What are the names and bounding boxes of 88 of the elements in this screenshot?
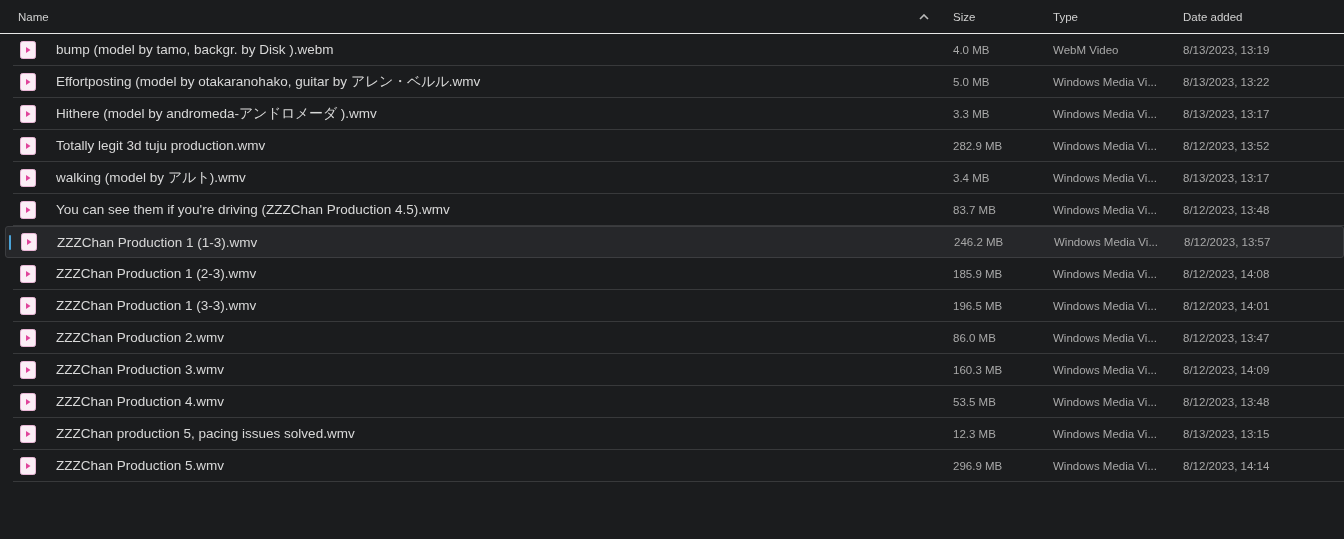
file-row[interactable]: Effortposting (model by otakaranohako, guitar by アレン・ベルル.wmv 5.0 MB Windows Media Vi... 8/13/2023, 13:22 <box>13 66 1344 98</box>
file-row[interactable]: ZZZChan Production 1 (2-3).wmv 185.9 MB Windows Media Vi... 8/12/2023, 14:08 <box>13 258 1344 290</box>
file-name: You can see them if you're driving (ZZZChan Production 4.5).wmv <box>56 202 451 217</box>
date-added: 8/12/2023, 13:47 <box>1182 331 1271 344</box>
file-name: Totally legit 3d tuju production.wmv <box>56 138 267 153</box>
video-file-icon <box>20 72 36 91</box>
date-added: 8/13/2023, 13:19 <box>1182 43 1271 56</box>
file-type: Windows Media Vi... <box>1052 299 1158 312</box>
file-name: ZZZChan Production 2.wmv <box>56 330 226 345</box>
video-file-icon <box>20 168 36 187</box>
date-added: 8/12/2023, 14:01 <box>1182 299 1271 312</box>
file-name: ZZZChan Production 3.wmv <box>56 362 226 377</box>
column-header[interactable]: Type <box>1053 10 1078 23</box>
file-name: ZZZChan Production 1 (3-3).wmv <box>56 298 258 313</box>
column-header[interactable]: Name <box>18 10 49 23</box>
file-size: 83.7 MB <box>952 203 997 216</box>
file-type: Windows Media Vi... <box>1052 107 1158 120</box>
file-name: bump (model by tamo, backgr. by Disk ).webm <box>56 42 335 57</box>
file-type: Windows Media Vi... <box>1052 459 1158 472</box>
file-row[interactable]: Totally legit 3d tuju production.wmv 282.9 MB Windows Media Vi... 8/12/2023, 13:52 <box>13 130 1344 162</box>
focus-indicator <box>9 235 11 250</box>
date-added: 8/12/2023, 13:52 <box>1182 139 1271 152</box>
file-type: Windows Media Vi... <box>1052 267 1158 280</box>
file-row[interactable]: ZZZChan Production 1 (1-3).wmv 246.2 MB Windows Media Vi... 8/12/2023, 13:57 <box>5 226 1344 258</box>
video-file-icon <box>20 456 36 475</box>
file-size: 296.9 MB <box>952 459 1004 472</box>
file-size: 86.0 MB <box>952 331 997 344</box>
video-file-icon <box>20 360 36 379</box>
file-type: WebM Video <box>1052 43 1120 56</box>
file-row[interactable]: ZZZChan Production 1 (3-3).wmv 196.5 MB Windows Media Vi... 8/12/2023, 14:01 <box>13 290 1344 322</box>
file-size: 4.0 MB <box>952 43 991 56</box>
file-row[interactable]: ZZZChan Production 5.wmv 296.9 MB Windows Media Vi... 8/12/2023, 14:14 <box>13 450 1344 482</box>
column-header[interactable]: Date added <box>1183 10 1243 23</box>
date-added: 8/12/2023, 13:48 <box>1182 203 1271 216</box>
video-file-icon <box>20 392 36 411</box>
column-header[interactable]: Size <box>953 10 976 23</box>
file-size: 12.3 MB <box>952 427 997 440</box>
file-type: Windows Media Vi... <box>1052 203 1158 216</box>
video-file-icon <box>20 424 36 443</box>
file-type: Windows Media Vi... <box>1053 236 1159 248</box>
file-type: Windows Media Vi... <box>1052 395 1158 408</box>
file-name: Hithere (model by andromeda-アンドロメーダ ).wmv <box>56 104 378 123</box>
file-size: 196.5 MB <box>952 299 1004 312</box>
file-name: ZZZChan production 5, pacing issues solved.wmv <box>56 426 356 441</box>
video-file-icon <box>20 328 36 347</box>
file-size: 160.3 MB <box>952 363 1004 376</box>
file-row[interactable]: ZZZChan Production 3.wmv 160.3 MB Windows Media Vi... 8/12/2023, 14:09 <box>13 354 1344 386</box>
date-added: 8/12/2023, 14:08 <box>1182 267 1271 280</box>
file-type: Windows Media Vi... <box>1052 139 1158 152</box>
file-size: 185.9 MB <box>952 267 1004 280</box>
file-name: walking (model by アルト).wmv <box>56 168 247 187</box>
video-file-icon <box>20 200 36 219</box>
video-file-icon <box>20 104 36 123</box>
video-file-icon <box>21 233 37 251</box>
date-added: 8/13/2023, 13:22 <box>1182 75 1271 88</box>
file-size: 246.2 MB <box>953 236 1005 248</box>
date-added: 8/12/2023, 13:48 <box>1182 395 1271 408</box>
date-added: 8/13/2023, 13:15 <box>1182 427 1271 440</box>
file-name: ZZZChan Production 1 (2-3).wmv <box>56 266 258 281</box>
file-name: ZZZChan Production 5.wmv <box>56 458 226 473</box>
file-type: Windows Media Vi... <box>1052 331 1158 344</box>
file-row[interactable]: Hithere (model by andromeda-アンドロメーダ ).wmv 3.3 MB Windows Media Vi... 8/13/2023, 13:17 <box>13 98 1344 130</box>
video-file-icon <box>20 40 36 59</box>
file-name: Effortposting (model by otakaranohako, guitar by アレン・ベルル.wmv <box>56 72 482 91</box>
file-size: 282.9 MB <box>952 139 1004 152</box>
date-added: 8/13/2023, 13:17 <box>1182 171 1271 184</box>
file-size: 3.4 MB <box>952 171 991 184</box>
file-size: 5.0 MB <box>952 75 991 88</box>
date-added: 8/12/2023, 14:14 <box>1182 459 1271 472</box>
date-added: 8/13/2023, 13:17 <box>1182 107 1271 120</box>
video-file-icon <box>20 296 36 315</box>
file-type: Windows Media Vi... <box>1052 427 1158 440</box>
file-name: ZZZChan Production 4.wmv <box>56 394 226 409</box>
file-type: Windows Media Vi... <box>1052 75 1158 88</box>
file-type: Windows Media Vi... <box>1052 171 1158 184</box>
file-type: Windows Media Vi... <box>1052 363 1158 376</box>
file-row[interactable]: ZZZChan Production 2.wmv 86.0 MB Windows Media Vi... 8/12/2023, 13:47 <box>13 322 1344 354</box>
file-row[interactable]: walking (model by アルト).wmv 3.4 MB Windows Media Vi... 8/13/2023, 13:17 <box>13 162 1344 194</box>
video-file-icon <box>20 136 36 155</box>
file-row[interactable]: bump (model by tamo, backgr. by Disk ).webm 4.0 MB WebM Video 8/13/2023, 13:19 <box>13 34 1344 66</box>
file-size: 3.3 MB <box>952 107 991 120</box>
file-row[interactable]: ZZZChan production 5, pacing issues solved.wmv 12.3 MB Windows Media Vi... 8/13/2023, 13:15 <box>13 418 1344 450</box>
date-added: 8/12/2023, 13:57 <box>1183 236 1272 248</box>
video-file-icon <box>20 264 36 283</box>
file-size: 53.5 MB <box>952 395 997 408</box>
date-added: 8/12/2023, 14:09 <box>1182 363 1271 376</box>
file-name: ZZZChan Production 1 (1-3).wmv <box>57 234 259 250</box>
file-row[interactable]: ZZZChan Production 4.wmv 53.5 MB Windows Media Vi... 8/12/2023, 13:48 <box>13 386 1344 418</box>
